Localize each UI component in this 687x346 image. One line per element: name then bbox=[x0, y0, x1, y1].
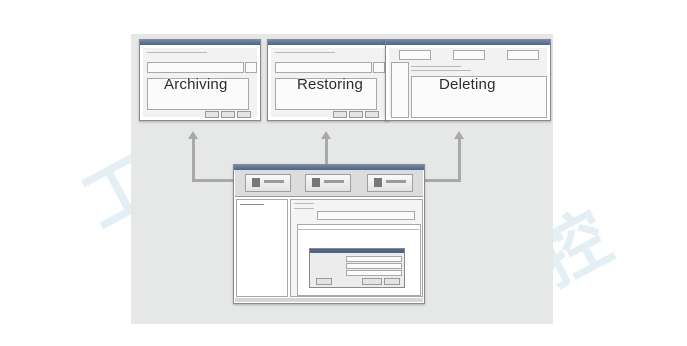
connector-horizontal-right bbox=[419, 179, 461, 182]
main-window-thumbnail bbox=[233, 164, 425, 304]
arrow-up-restoring bbox=[321, 131, 331, 139]
restoring-caption: Restoring bbox=[297, 76, 363, 93]
connector-vertical-deleting bbox=[458, 138, 461, 182]
window-titlebar bbox=[140, 40, 260, 45]
arrow-up-deleting bbox=[454, 131, 464, 139]
project-tree-pane bbox=[236, 199, 288, 297]
window-titlebar bbox=[386, 40, 550, 45]
connector-vertical-archiving bbox=[192, 138, 195, 182]
details-pane bbox=[290, 199, 423, 297]
status-bar bbox=[235, 298, 423, 302]
window-titlebar bbox=[268, 40, 388, 45]
deleting-window-thumbnail: Deleting bbox=[385, 39, 551, 121]
restore-toolbar-button bbox=[305, 174, 351, 192]
deleting-caption: Deleting bbox=[439, 76, 496, 93]
arrow-up-archiving bbox=[188, 131, 198, 139]
archiving-caption: Archiving bbox=[164, 76, 228, 93]
archiving-window-thumbnail: Archiving bbox=[139, 39, 261, 121]
connector-vertical-restoring bbox=[325, 138, 328, 164]
archive-toolbar-button bbox=[245, 174, 291, 192]
restoring-window-thumbnail: Restoring bbox=[267, 39, 389, 121]
login-dialog-thumbnail bbox=[309, 248, 405, 288]
delete-toolbar-button bbox=[367, 174, 413, 192]
main-toolbar bbox=[235, 170, 423, 197]
diagram-panel: Archiving Restoring Deleting bbox=[131, 34, 553, 324]
